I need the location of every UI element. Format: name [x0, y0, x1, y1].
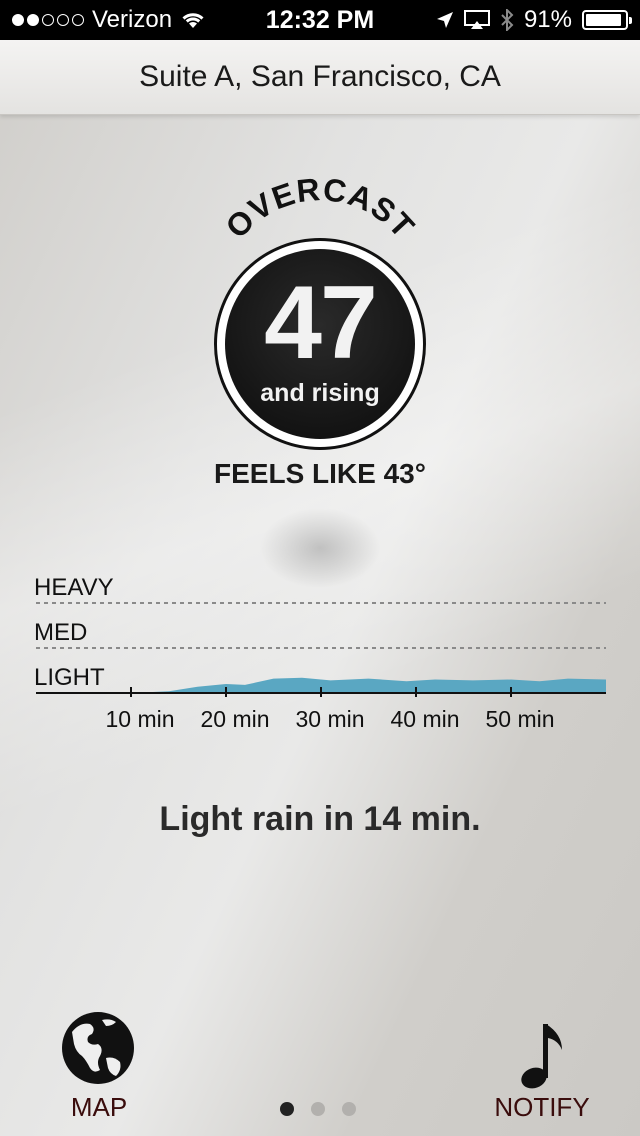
page-dot[interactable]	[311, 1102, 325, 1116]
battery-icon	[582, 10, 632, 30]
airplay-icon	[463, 10, 490, 29]
chart-x-label: 20 min	[200, 706, 269, 732]
chart-x-labels: 10 min 20 min 30 min 40 min 50 min	[105, 706, 554, 732]
forecast-summary: Light rain in 14 min.	[159, 800, 481, 838]
notify-button[interactable]: NOTIFY	[494, 1010, 590, 1126]
chart-x-label: 50 min	[485, 706, 554, 732]
temperature-badge-inner: 47 and rising	[225, 249, 415, 439]
map-button[interactable]: MAP	[56, 1010, 142, 1126]
battery-percent: 91%	[523, 6, 572, 33]
temperature-trend: and rising	[260, 379, 380, 407]
chart-x-label: 30 min	[295, 706, 364, 732]
chart-x-label: 10 min	[105, 706, 174, 732]
chart-y-label: MED	[34, 619, 87, 646]
bluetooth-icon	[501, 9, 514, 31]
chart-y-labels: LIGHT MED HEAVY	[34, 574, 114, 691]
temperature-badge[interactable]: 47 and rising	[214, 238, 426, 450]
status-bar: Verizon 12:32 PM 91%	[0, 0, 640, 40]
location-arrow-icon	[436, 12, 453, 28]
condition-label: OVERCAST	[218, 175, 420, 245]
chart-grid	[36, 602, 606, 649]
page-indicator[interactable]	[280, 1102, 356, 1116]
temperature-value: 47	[264, 265, 378, 381]
chart-y-label: LIGHT	[34, 664, 105, 691]
status-bar-right: 91%	[436, 6, 632, 34]
notify-label[interactable]: NOTIFY	[494, 1092, 590, 1123]
chart-x-label: 40 min	[390, 706, 459, 732]
feels-like-label: FEELS LIKE 43°	[214, 458, 426, 489]
battery-fill	[586, 14, 621, 26]
location-title[interactable]: Suite A, San Francisco, CA	[0, 60, 640, 94]
precipitation-chart: LIGHT MED HEAVY 10 min 20 min 30 min 40 min 50…	[34, 574, 606, 732]
location-header[interactable]: Suite A, San Francisco, CA	[0, 40, 640, 115]
page-dot[interactable]	[280, 1102, 294, 1116]
svg-text:OVERCAST: OVERCAST	[218, 175, 421, 245]
map-label[interactable]: MAP	[56, 1092, 142, 1123]
chart-y-label: HEAVY	[34, 574, 114, 601]
music-note-icon	[521, 1024, 562, 1089]
page-dot[interactable]	[342, 1102, 356, 1116]
globe-icon	[62, 1012, 134, 1084]
